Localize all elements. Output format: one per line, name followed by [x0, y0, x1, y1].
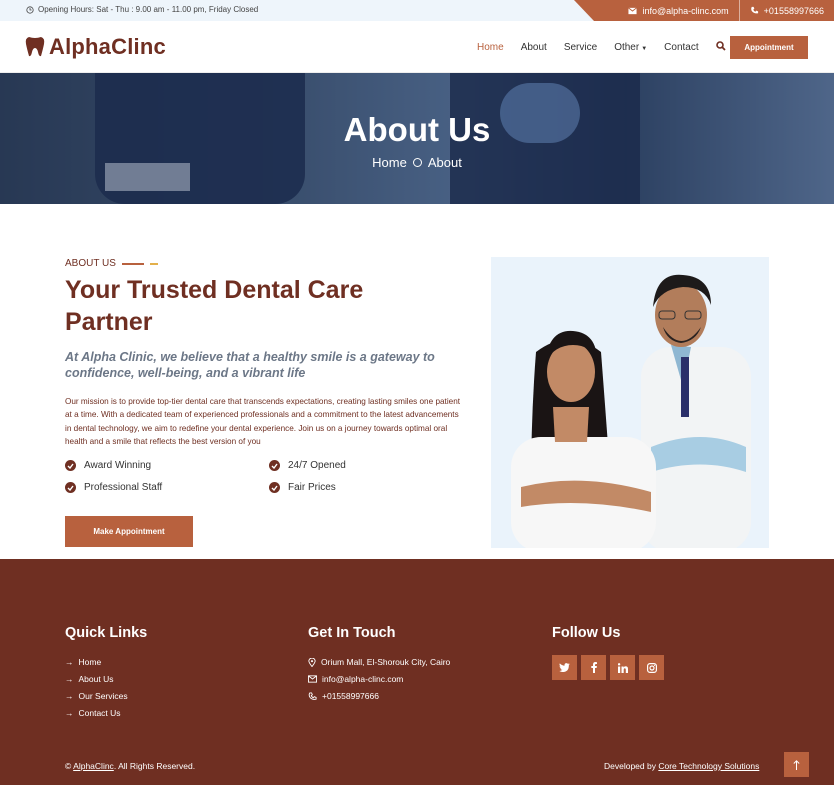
footer-link-label: Home — [78, 657, 102, 667]
arrow-right-icon: → — [65, 657, 74, 667]
nav-item-about[interactable]: About — [521, 42, 547, 53]
follow-us-title: Follow Us — [552, 625, 621, 641]
footer-link-services[interactable]: → Our Services — [65, 691, 128, 701]
envelope-icon — [628, 6, 638, 14]
feature-label: Award Winning — [84, 460, 152, 471]
eyebrow-text: ABOUT US — [65, 258, 116, 269]
copyright-symbol: © — [65, 761, 72, 771]
nav-item-contact[interactable]: Contact — [664, 42, 698, 53]
arrow-right-icon: → — [65, 708, 74, 718]
instagram-icon — [646, 662, 657, 673]
topbar-email[interactable]: info@alpha-clinc.com — [618, 0, 738, 21]
about-lead: At Alpha Clinic, we believe that a healt… — [65, 350, 435, 380]
clock-icon — [26, 5, 34, 14]
nav-item-other-label: Other — [614, 42, 640, 53]
check-circle-icon — [269, 460, 280, 471]
eyebrow-line-accent — [149, 262, 158, 265]
envelope-icon — [308, 675, 317, 683]
opening-hours: Opening Hours: Sat - Thu : 9.00 am - 11.… — [26, 5, 258, 14]
copyright-suffix: . All Rights Reserved. — [113, 761, 196, 771]
footer-link-contact[interactable]: → Contact Us — [65, 708, 121, 718]
footer: Quick Links → Home → About Us → Our Service… — [0, 559, 834, 785]
breadcrumb-separator-icon — [412, 158, 422, 167]
footer-email[interactable]: info@alpha-clinc.com — [308, 674, 403, 684]
footer-address: Orium Mall, El-Shorouk City, Cairo — [308, 657, 450, 667]
developer-prefix: Developed by — [604, 761, 656, 771]
footer-phone-text: +01558997666 — [322, 691, 379, 701]
arrow-right-icon: → — [65, 691, 74, 701]
dentists-photo — [491, 257, 769, 548]
feature-label: Professional Staff — [84, 482, 163, 493]
make-appointment-button[interactable]: Make Appointment — [65, 516, 193, 547]
footer-link-home[interactable]: → Home — [65, 657, 101, 667]
about-body: Our mission is to provide top-tier denta… — [65, 397, 461, 447]
page-title: About Us — [343, 111, 491, 148]
copyright-brand-link[interactable]: AlphaClinc — [73, 761, 114, 771]
map-pin-icon — [308, 657, 316, 667]
feature-label: Fair Prices — [288, 482, 336, 493]
logo[interactable]: AlphaClinc — [25, 34, 166, 60]
footer-phone[interactable]: +01558997666 — [308, 691, 379, 701]
footer-link-label: Our Services — [78, 691, 128, 701]
tooth-icon — [25, 37, 45, 57]
about-section: ABOUT US Your Trusted Dental Care Partne… — [0, 204, 834, 559]
footer-email-text: info@alpha-clinc.com — [322, 674, 404, 684]
twitter-icon — [559, 663, 570, 672]
topbar-phone[interactable]: +01558997666 — [738, 0, 834, 21]
feature-professional-staff: Professional Staff — [65, 482, 162, 493]
phone-icon — [750, 6, 758, 14]
twitter-button[interactable] — [552, 655, 577, 680]
developer-credit: Developed by Core Technology Solutions — [604, 761, 759, 771]
get-in-touch-title: Get In Touch — [308, 625, 396, 641]
check-circle-icon — [65, 460, 76, 471]
footer-link-label: About Us — [78, 674, 114, 684]
feature-label: 24/7 Opened — [288, 460, 346, 471]
linkedin-button[interactable] — [610, 655, 635, 680]
section-eyebrow: ABOUT US — [65, 258, 158, 269]
nav-menu: Home About Service Other ▼ Contact — [477, 41, 726, 54]
quick-links-title: Quick Links — [65, 625, 148, 641]
feature-fair-prices: Fair Prices — [269, 482, 336, 493]
check-circle-icon — [269, 482, 280, 493]
footer-link-label: Contact Us — [78, 708, 121, 718]
breadcrumb-current: About — [427, 155, 462, 170]
top-bar: Opening Hours: Sat - Thu : 9.00 am - 11.… — [0, 0, 834, 21]
arrow-right-icon: → — [65, 674, 74, 684]
appointment-button[interactable]: Appointment — [730, 36, 808, 59]
contact-strip: info@alpha-clinc.com +01558997666 — [574, 0, 834, 21]
instagram-button[interactable] — [639, 655, 664, 680]
topbar-phone-text: +01558997666 — [763, 5, 824, 16]
arrow-up-icon — [793, 759, 800, 770]
copyright: © AlphaClinc. All Rights Reserved. — [65, 761, 195, 771]
main-nav: AlphaClinc Home About Service Other ▼ Con… — [0, 21, 834, 73]
facebook-button[interactable] — [581, 655, 606, 680]
phone-icon — [308, 691, 317, 700]
back-to-top-button[interactable] — [784, 752, 809, 777]
developer-link[interactable]: Core Technology Solutions — [658, 761, 759, 771]
feature-24-7-opened: 24/7 Opened — [269, 460, 346, 471]
breadcrumb-home[interactable]: Home — [372, 155, 407, 170]
footer-link-about[interactable]: → About Us — [65, 674, 113, 684]
facebook-icon — [590, 662, 597, 673]
feature-award-winning: Award Winning — [65, 460, 151, 471]
brand-name: AlphaClinc — [49, 34, 166, 59]
hero-banner: About Us Home About — [0, 73, 834, 204]
eyebrow-line — [121, 262, 144, 265]
opening-hours-text: Opening Hours: Sat - Thu : 9.00 am - 11.… — [38, 5, 259, 14]
check-circle-icon — [65, 482, 76, 493]
about-heading: Your Trusted Dental Care Partner — [65, 276, 364, 336]
search-icon — [715, 41, 726, 51]
linkedin-icon — [617, 662, 628, 673]
nav-item-other[interactable]: Other ▼ — [614, 42, 647, 53]
nav-item-home[interactable]: Home — [477, 42, 504, 53]
caret-down-icon: ▼ — [641, 46, 648, 52]
breadcrumb: Home About — [0, 155, 834, 170]
footer-address-text: Orium Mall, El-Shorouk City, Cairo — [321, 657, 451, 667]
topbar-email-text: info@alpha-clinc.com — [642, 5, 729, 16]
nav-item-service[interactable]: Service — [564, 42, 597, 53]
search-button[interactable] — [715, 41, 726, 54]
